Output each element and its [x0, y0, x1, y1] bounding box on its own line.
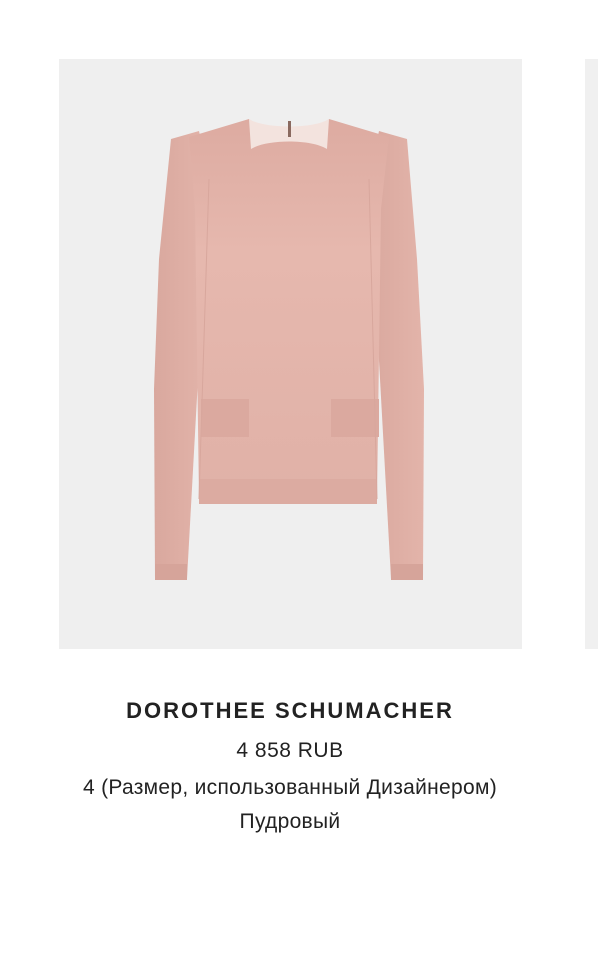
sweater-illustration [154, 119, 424, 580]
product-card[interactable]: DOROTHEE SCHUMACHER 4 858 RUB 4 (Размер,… [0, 0, 598, 960]
product-color: Пудровый [239, 810, 341, 833]
product-brand[interactable]: DOROTHEE SCHUMACHER [0, 694, 580, 728]
torso [189, 119, 389, 499]
product-image[interactable] [59, 59, 522, 649]
product-price: 4 858 RUB [236, 739, 344, 762]
right-pocket [331, 399, 379, 437]
hem [199, 479, 377, 504]
product-size: 4 (Размер, использованный Дизайнером) [82, 776, 498, 799]
left-pocket [201, 399, 249, 437]
product-info: DOROTHEE SCHUMACHER 4 858 RUB 4 (Размер,… [0, 694, 580, 835]
next-product-image[interactable] [585, 59, 598, 649]
